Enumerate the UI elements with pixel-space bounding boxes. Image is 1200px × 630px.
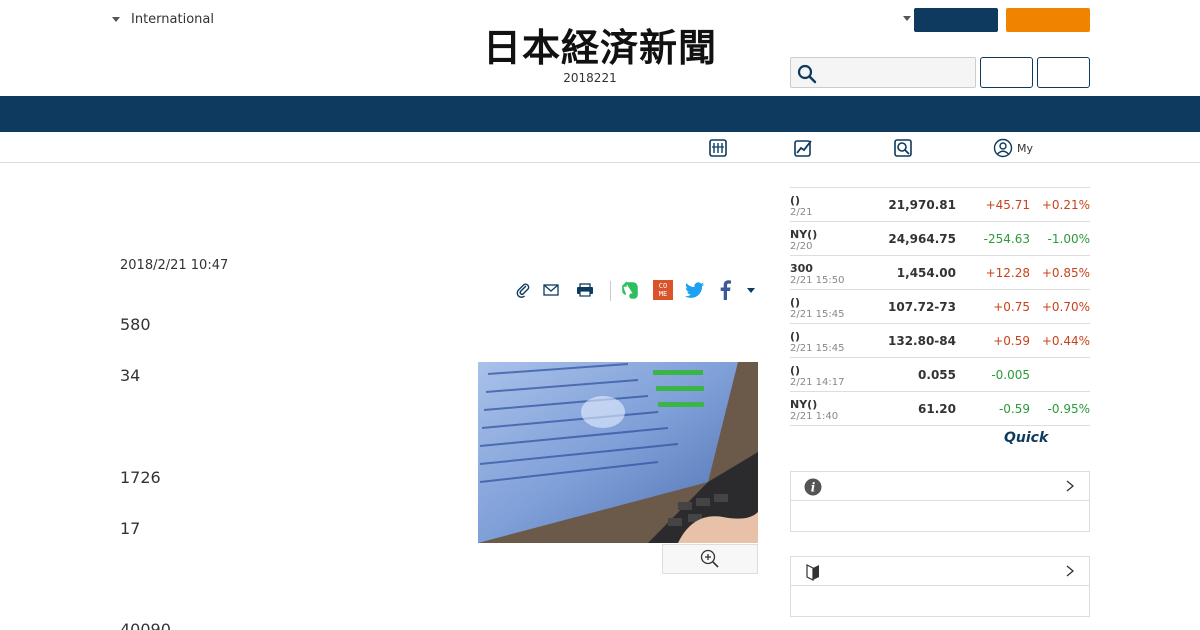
article-paragraph: 40090 <box>120 620 171 630</box>
market-change: +0.75 <box>993 300 1030 314</box>
market-value: 132.80-84 <box>888 334 956 348</box>
market-row[interactable]: NY() 2/20 24,964.75 -254.63 -1.00% <box>790 222 1090 256</box>
caret-down-icon[interactable] <box>903 16 911 21</box>
header-button-1[interactable] <box>980 57 1033 88</box>
svg-text:i: i <box>811 481 816 495</box>
info-box[interactable]: i <box>790 471 1090 532</box>
region-label: International <box>131 12 214 27</box>
newspaper-icon <box>709 139 727 157</box>
market-percent: +0.44% <box>1041 334 1090 348</box>
user-icon <box>993 138 1013 158</box>
zoom-in-icon <box>700 549 719 568</box>
market-change: +45.71 <box>985 198 1030 212</box>
market-row[interactable]: () 2/21 15:45 107.72-73 +0.75 +0.70% <box>790 290 1090 324</box>
share-bar: CO ME <box>512 278 762 304</box>
edition-date: 2018221 <box>563 71 617 85</box>
print-icon[interactable] <box>574 278 596 302</box>
info-box-header[interactable]: i <box>791 472 1089 501</box>
market-value: 61.20 <box>918 402 956 416</box>
article-datetime: 2018/2/21 10:47 <box>120 258 229 273</box>
search-icon[interactable] <box>797 64 817 84</box>
quick-logo[interactable]: Quick <box>1004 430 1048 446</box>
come-icon[interactable]: CO ME <box>652 278 674 302</box>
market-date: 2/21 15:50 <box>790 275 845 286</box>
subnav-item-my[interactable]: My <box>993 137 1033 159</box>
market-percent: +0.21% <box>1041 198 1090 212</box>
market-row[interactable]: 300 2/21 15:50 1,454.00 +12.28 +0.85% <box>790 256 1090 290</box>
article-paragraph: 34 <box>120 366 141 385</box>
article-paragraph: 17 <box>120 519 141 538</box>
subnav-item-search[interactable] <box>893 137 917 159</box>
caret-down-icon <box>747 287 755 293</box>
market-data-table: () 2/21 21,970.81 +45.71 +0.21% NY() 2/20 24,96… <box>790 187 1090 426</box>
clip-icon[interactable] <box>512 278 534 302</box>
subscribe-button[interactable] <box>1006 8 1090 32</box>
market-change: +0.59 <box>993 334 1030 348</box>
market-value: 1,454.00 <box>896 266 956 280</box>
market-date: 2/21 15:45 <box>790 309 845 320</box>
chevron-right-icon <box>1066 480 1075 492</box>
search-box[interactable] <box>790 57 976 88</box>
market-name: NY() <box>790 398 818 411</box>
laptop-trading-screen-image <box>478 362 758 543</box>
subnav-label-my: My <box>1017 141 1034 155</box>
chevron-right-icon <box>1066 565 1075 577</box>
market-name: NY() <box>790 228 818 241</box>
login-button[interactable] <box>914 8 998 32</box>
market-name: () <box>790 364 801 377</box>
beginner-box[interactable] <box>790 556 1090 617</box>
market-date: 2/21 <box>790 207 813 218</box>
subnav-item-chart[interactable] <box>793 137 817 159</box>
facebook-icon[interactable] <box>714 278 736 302</box>
market-value: 24,964.75 <box>888 232 956 246</box>
header-button-2[interactable] <box>1037 57 1090 88</box>
chart-icon <box>794 140 812 157</box>
article-paragraph: 580 <box>120 315 151 334</box>
share-divider <box>610 281 611 301</box>
market-change: -254.63 <box>983 232 1030 246</box>
main-nav-bar <box>0 96 1200 132</box>
site-header: International 日本経済新聞 2018221 <box>0 0 1200 96</box>
market-date: 2/21 15:45 <box>790 343 845 354</box>
market-row[interactable]: () 2/21 14:17 0.055 -0.005 <box>790 358 1090 392</box>
market-change: -0.59 <box>998 402 1030 416</box>
subnav-item-newspaper[interactable] <box>708 137 732 159</box>
more-caret-icon[interactable] <box>740 278 762 302</box>
market-value: 21,970.81 <box>888 198 956 212</box>
article-paragraph: 1726 <box>120 468 161 487</box>
market-date: 2/21 1:40 <box>790 411 839 422</box>
market-percent: +0.85% <box>1041 266 1090 280</box>
market-date: 2/20 <box>790 241 813 252</box>
sub-nav: My <box>0 132 1200 163</box>
market-name: 300 <box>790 262 813 275</box>
market-row[interactable]: () 2/21 15:45 132.80-84 +0.59 +0.44% <box>790 324 1090 358</box>
search-doc-icon <box>894 139 912 157</box>
search-input[interactable] <box>825 58 975 87</box>
market-percent: -1.00% <box>1047 232 1090 246</box>
caret-down-icon <box>112 17 120 22</box>
beginner-box-header[interactable] <box>791 557 1089 586</box>
market-value: 107.72-73 <box>888 300 956 314</box>
region-selector[interactable]: International <box>112 12 214 27</box>
market-percent: +0.70% <box>1041 300 1090 314</box>
zoom-photo-button[interactable] <box>662 544 758 574</box>
twitter-icon[interactable] <box>684 278 706 302</box>
market-row[interactable]: () 2/21 21,970.81 +45.71 +0.21% <box>790 188 1090 222</box>
site-logo[interactable]: 日本経済新聞 <box>450 26 750 70</box>
market-date: 2/21 14:17 <box>790 377 845 388</box>
evernote-icon[interactable] <box>620 278 642 302</box>
market-change: +12.28 <box>985 266 1030 280</box>
market-value: 0.055 <box>918 368 956 382</box>
come-logo: CO ME <box>653 280 673 300</box>
mail-icon[interactable] <box>540 278 562 302</box>
article-photo[interactable] <box>478 362 758 543</box>
market-name: () <box>790 194 801 207</box>
market-row[interactable]: NY() 2/21 1:40 61.20 -0.59 -0.95% <box>790 392 1090 426</box>
beginner-mark-icon <box>806 564 819 581</box>
market-change: -0.005 <box>991 368 1030 382</box>
market-percent: -0.95% <box>1047 402 1090 416</box>
info-icon: i <box>804 478 822 496</box>
market-name: () <box>790 296 801 309</box>
market-name: () <box>790 330 801 343</box>
